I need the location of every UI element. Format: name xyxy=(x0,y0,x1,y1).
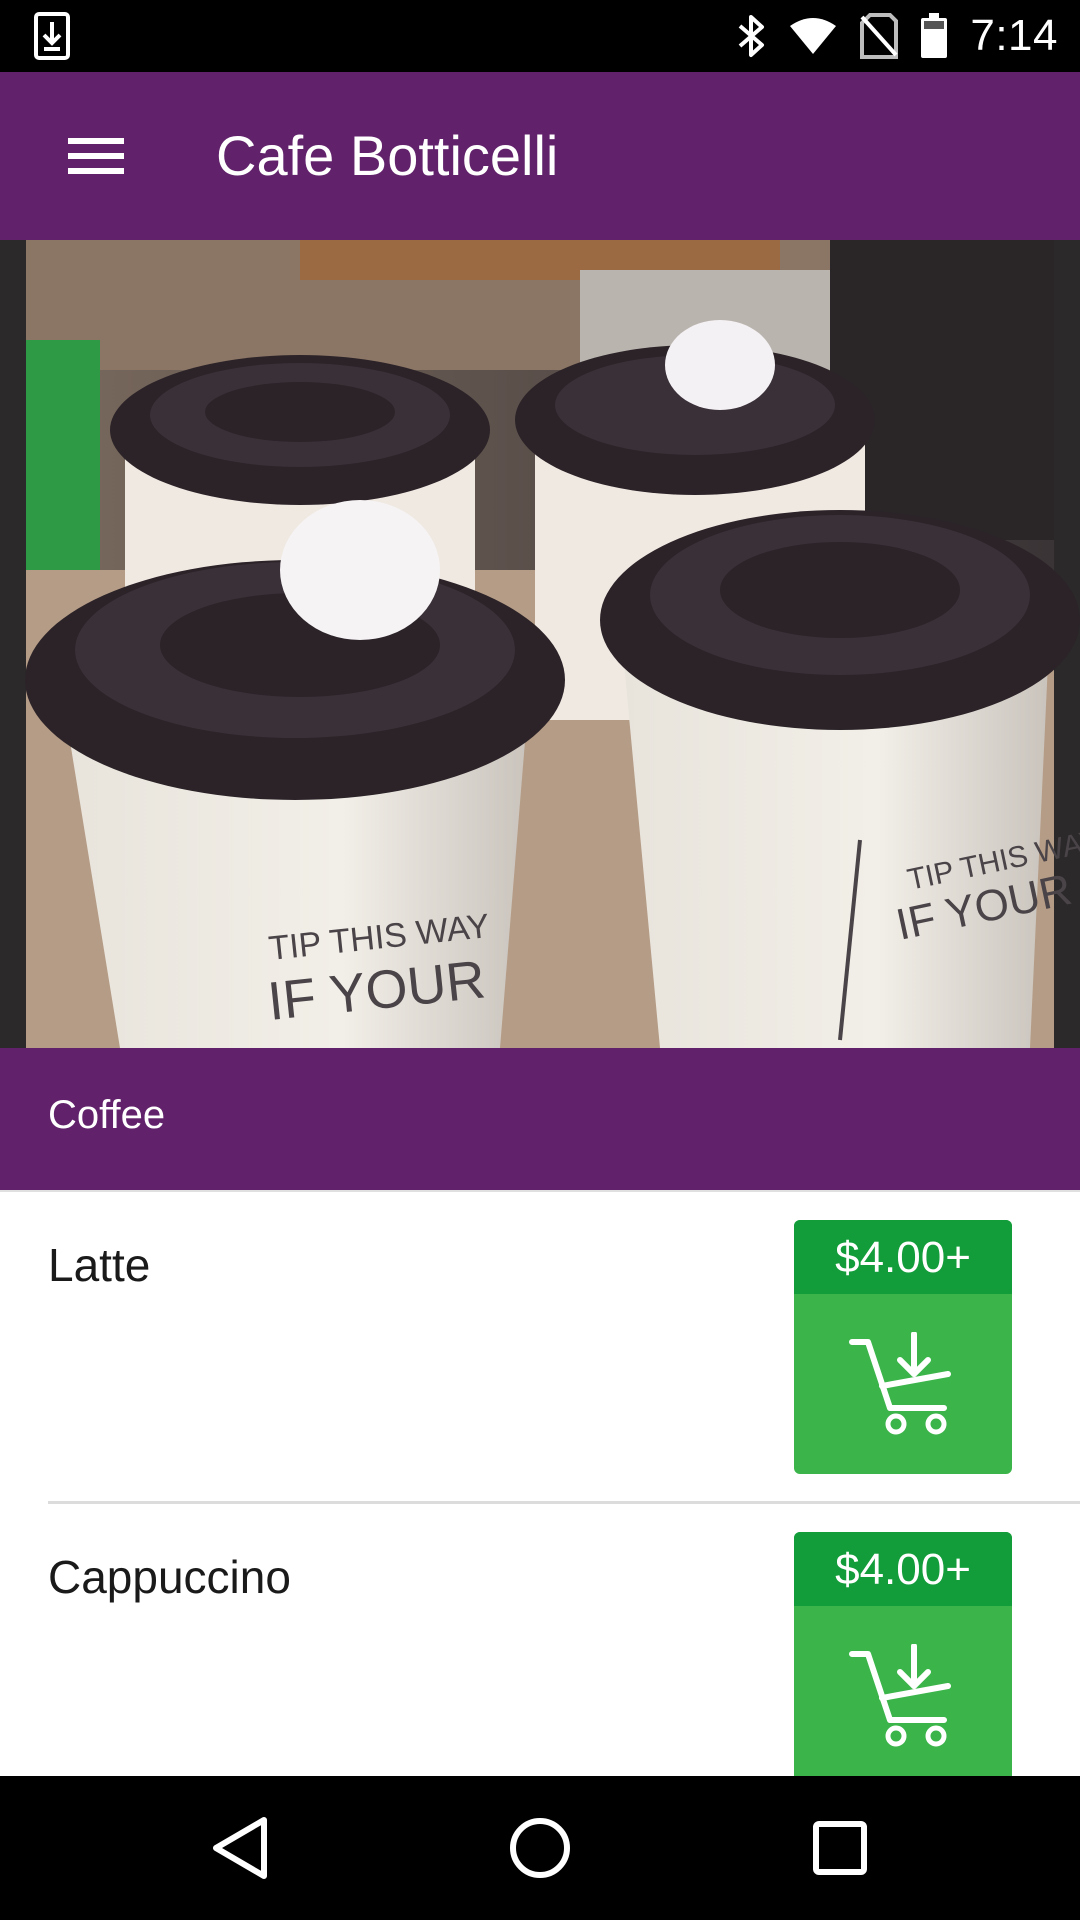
status-icons: 7:14 xyxy=(736,0,1058,72)
item-price: $4.00+ xyxy=(794,1220,1012,1294)
category-label: Coffee xyxy=(48,1093,166,1137)
battery-icon xyxy=(921,13,948,58)
recents-icon xyxy=(813,1821,867,1875)
status-bar: 7:14 xyxy=(0,0,1080,72)
item-name: Cappuccino xyxy=(48,1551,291,1603)
recents-button[interactable] xyxy=(800,1808,880,1888)
app-bar: Cafe Botticelli xyxy=(0,72,1080,240)
back-icon xyxy=(213,1817,267,1879)
category-header: Coffee xyxy=(0,1048,1080,1192)
hamburger-menu-icon xyxy=(68,138,124,174)
bluetooth-icon xyxy=(739,15,765,57)
download-notification-icon xyxy=(34,12,70,60)
home-button[interactable] xyxy=(500,1808,580,1888)
wifi-icon xyxy=(790,18,837,54)
item-price: $4.00+ xyxy=(794,1532,1012,1606)
list-item[interactable]: Cappuccino $4.00+ xyxy=(0,1504,1080,1776)
add-to-cart-button[interactable]: $4.00+ xyxy=(794,1532,1012,1776)
menu-button[interactable] xyxy=(60,120,132,192)
item-name: Latte xyxy=(48,1239,151,1291)
add-to-cart-icon xyxy=(849,1644,951,1747)
hero-image: TIP THIS WAY IF YOUR TIP THIS WAY IF YOU… xyxy=(0,240,1080,1048)
back-button[interactable] xyxy=(200,1808,280,1888)
add-to-cart-icon xyxy=(849,1332,951,1435)
list-item[interactable]: Latte $4.00+ xyxy=(0,1192,1080,1504)
menu-list[interactable]: Latte $4.00+ Cappuccino $4.00+ xyxy=(0,1192,1080,1776)
screen: 7:14 Cafe Botticelli TIP THIS WAY IF YOU… xyxy=(0,0,1080,1920)
cart-area xyxy=(794,1606,1012,1776)
home-icon xyxy=(510,1818,570,1878)
status-time: 7:14 xyxy=(970,11,1058,60)
app-title: Cafe Botticelli xyxy=(216,124,559,187)
add-to-cart-button[interactable]: $4.00+ xyxy=(794,1220,1012,1474)
navigation-bar xyxy=(0,1776,1080,1920)
cart-area xyxy=(794,1294,1012,1474)
no-sim-icon xyxy=(860,13,899,59)
